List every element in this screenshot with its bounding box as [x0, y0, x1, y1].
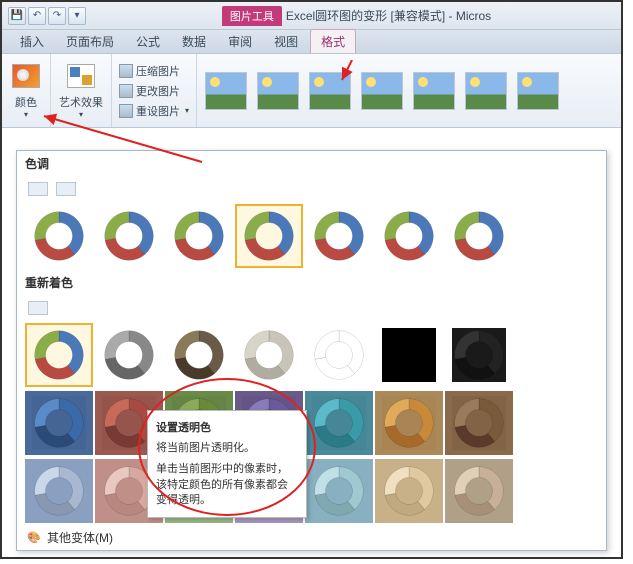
color-option[interactable]: [305, 323, 373, 387]
color-option[interactable]: [445, 323, 513, 387]
reset-icon: [119, 104, 133, 118]
quick-access-toolbar: 💾 ↶ ↷ ▾: [2, 5, 92, 27]
tab-review[interactable]: 审阅: [218, 30, 262, 53]
preset-option[interactable]: [25, 297, 51, 319]
style-thumb[interactable]: [205, 72, 247, 110]
save-icon[interactable]: 💾: [8, 7, 26, 25]
change-picture-button[interactable]: 更改图片: [118, 82, 181, 100]
color-option[interactable]: [375, 323, 443, 387]
color-option[interactable]: [95, 204, 163, 268]
recolor-row: [17, 321, 606, 389]
contextual-tab-label: 图片工具: [222, 6, 282, 26]
ribbon-tabs: 插入 页面布局 公式 数据 审阅 视图 格式: [2, 30, 621, 54]
title-bar: 💾 ↶ ↷ ▾ 图片工具 Excel圆环图的变形 [兼容模式] - Micros: [2, 2, 621, 30]
tab-view[interactable]: 视图: [264, 30, 308, 53]
chevron-down-icon: ▾: [79, 110, 83, 119]
chevron-down-icon: ▾: [185, 106, 189, 115]
recolor-row: [17, 389, 606, 457]
qat-dropdown-icon[interactable]: ▾: [68, 7, 86, 25]
art-label: 艺术效果: [59, 94, 103, 110]
color-dropdown: 色调 重新着色 🎨 其他变体(M) ✎ 设置透明色(S) 🖼 图片颜色选项(C)…: [16, 150, 607, 551]
style-gallery: [197, 54, 621, 127]
preset-option[interactable]: [53, 178, 79, 200]
preset-row: [17, 295, 606, 321]
compress-picture-button[interactable]: 压缩图片: [118, 62, 181, 80]
section-recolor: 重新着色: [17, 270, 606, 295]
other-variants-item[interactable]: 🎨 其他变体(M): [17, 525, 606, 550]
color-option[interactable]: [235, 323, 303, 387]
color-icon: [12, 64, 40, 88]
artistic-effects-button[interactable]: 艺术效果 ▾: [57, 58, 105, 121]
compress-icon: [119, 64, 133, 78]
redo-icon[interactable]: ↷: [48, 7, 66, 25]
color-option[interactable]: [25, 204, 93, 268]
ribbon: 颜色 ▾ 艺术效果 ▾ 压缩图片 更改图片 重设图片▾: [2, 54, 621, 128]
tooltip-text: 将当前图片透明化。: [156, 441, 298, 456]
color-option[interactable]: [25, 323, 93, 387]
style-thumb[interactable]: [465, 72, 507, 110]
color-option[interactable]: [235, 204, 303, 268]
reset-picture-button[interactable]: 重设图片▾: [118, 102, 190, 120]
color-option[interactable]: [375, 391, 443, 455]
color-option[interactable]: [445, 459, 513, 523]
color-option[interactable]: [305, 391, 373, 455]
style-thumb[interactable]: [361, 72, 403, 110]
tab-insert[interactable]: 插入: [10, 30, 54, 53]
color-option[interactable]: [165, 323, 233, 387]
color-option[interactable]: [25, 391, 93, 455]
palette-icon: 🎨: [27, 531, 41, 545]
style-thumb[interactable]: [517, 72, 559, 110]
color-option[interactable]: [305, 459, 373, 523]
tooltip: 设置透明色 将当前图片透明化。 单击当前图形中的像素时，该特定颜色的所有像素都会…: [147, 410, 307, 518]
tooltip-title: 设置透明色: [156, 419, 298, 435]
color-option[interactable]: [165, 204, 233, 268]
chevron-down-icon: ▾: [24, 110, 28, 119]
tab-format[interactable]: 格式: [310, 29, 356, 53]
art-icon: [67, 64, 95, 88]
color-option[interactable]: [375, 204, 443, 268]
color-option[interactable]: [445, 391, 513, 455]
tab-page-layout[interactable]: 页面布局: [56, 30, 124, 53]
color-option[interactable]: [95, 323, 163, 387]
tab-data[interactable]: 数据: [172, 30, 216, 53]
set-transparent-color-item[interactable]: ✎ 设置透明色(S): [21, 550, 602, 551]
color-button[interactable]: 颜色 ▾: [8, 58, 44, 121]
color-option[interactable]: [375, 459, 443, 523]
color-option[interactable]: [445, 204, 513, 268]
section-color-tone: 色调: [17, 151, 606, 176]
change-icon: [119, 84, 133, 98]
tooltip-text: 单击当前图形中的像素时，该特定颜色的所有像素都会变得透明。: [156, 462, 298, 508]
preset-row: [17, 176, 606, 202]
style-thumb[interactable]: [309, 72, 351, 110]
color-option[interactable]: [305, 204, 373, 268]
style-thumb[interactable]: [257, 72, 299, 110]
color-option[interactable]: [25, 459, 93, 523]
preset-option[interactable]: [25, 178, 51, 200]
tone-row: [17, 202, 606, 270]
recolor-row: [17, 457, 606, 525]
color-label: 颜色: [15, 94, 37, 110]
style-thumb[interactable]: [413, 72, 455, 110]
document-title: Excel圆环图的变形 [兼容模式] - Micros: [286, 7, 491, 24]
tab-formulas[interactable]: 公式: [126, 30, 170, 53]
undo-icon[interactable]: ↶: [28, 7, 46, 25]
